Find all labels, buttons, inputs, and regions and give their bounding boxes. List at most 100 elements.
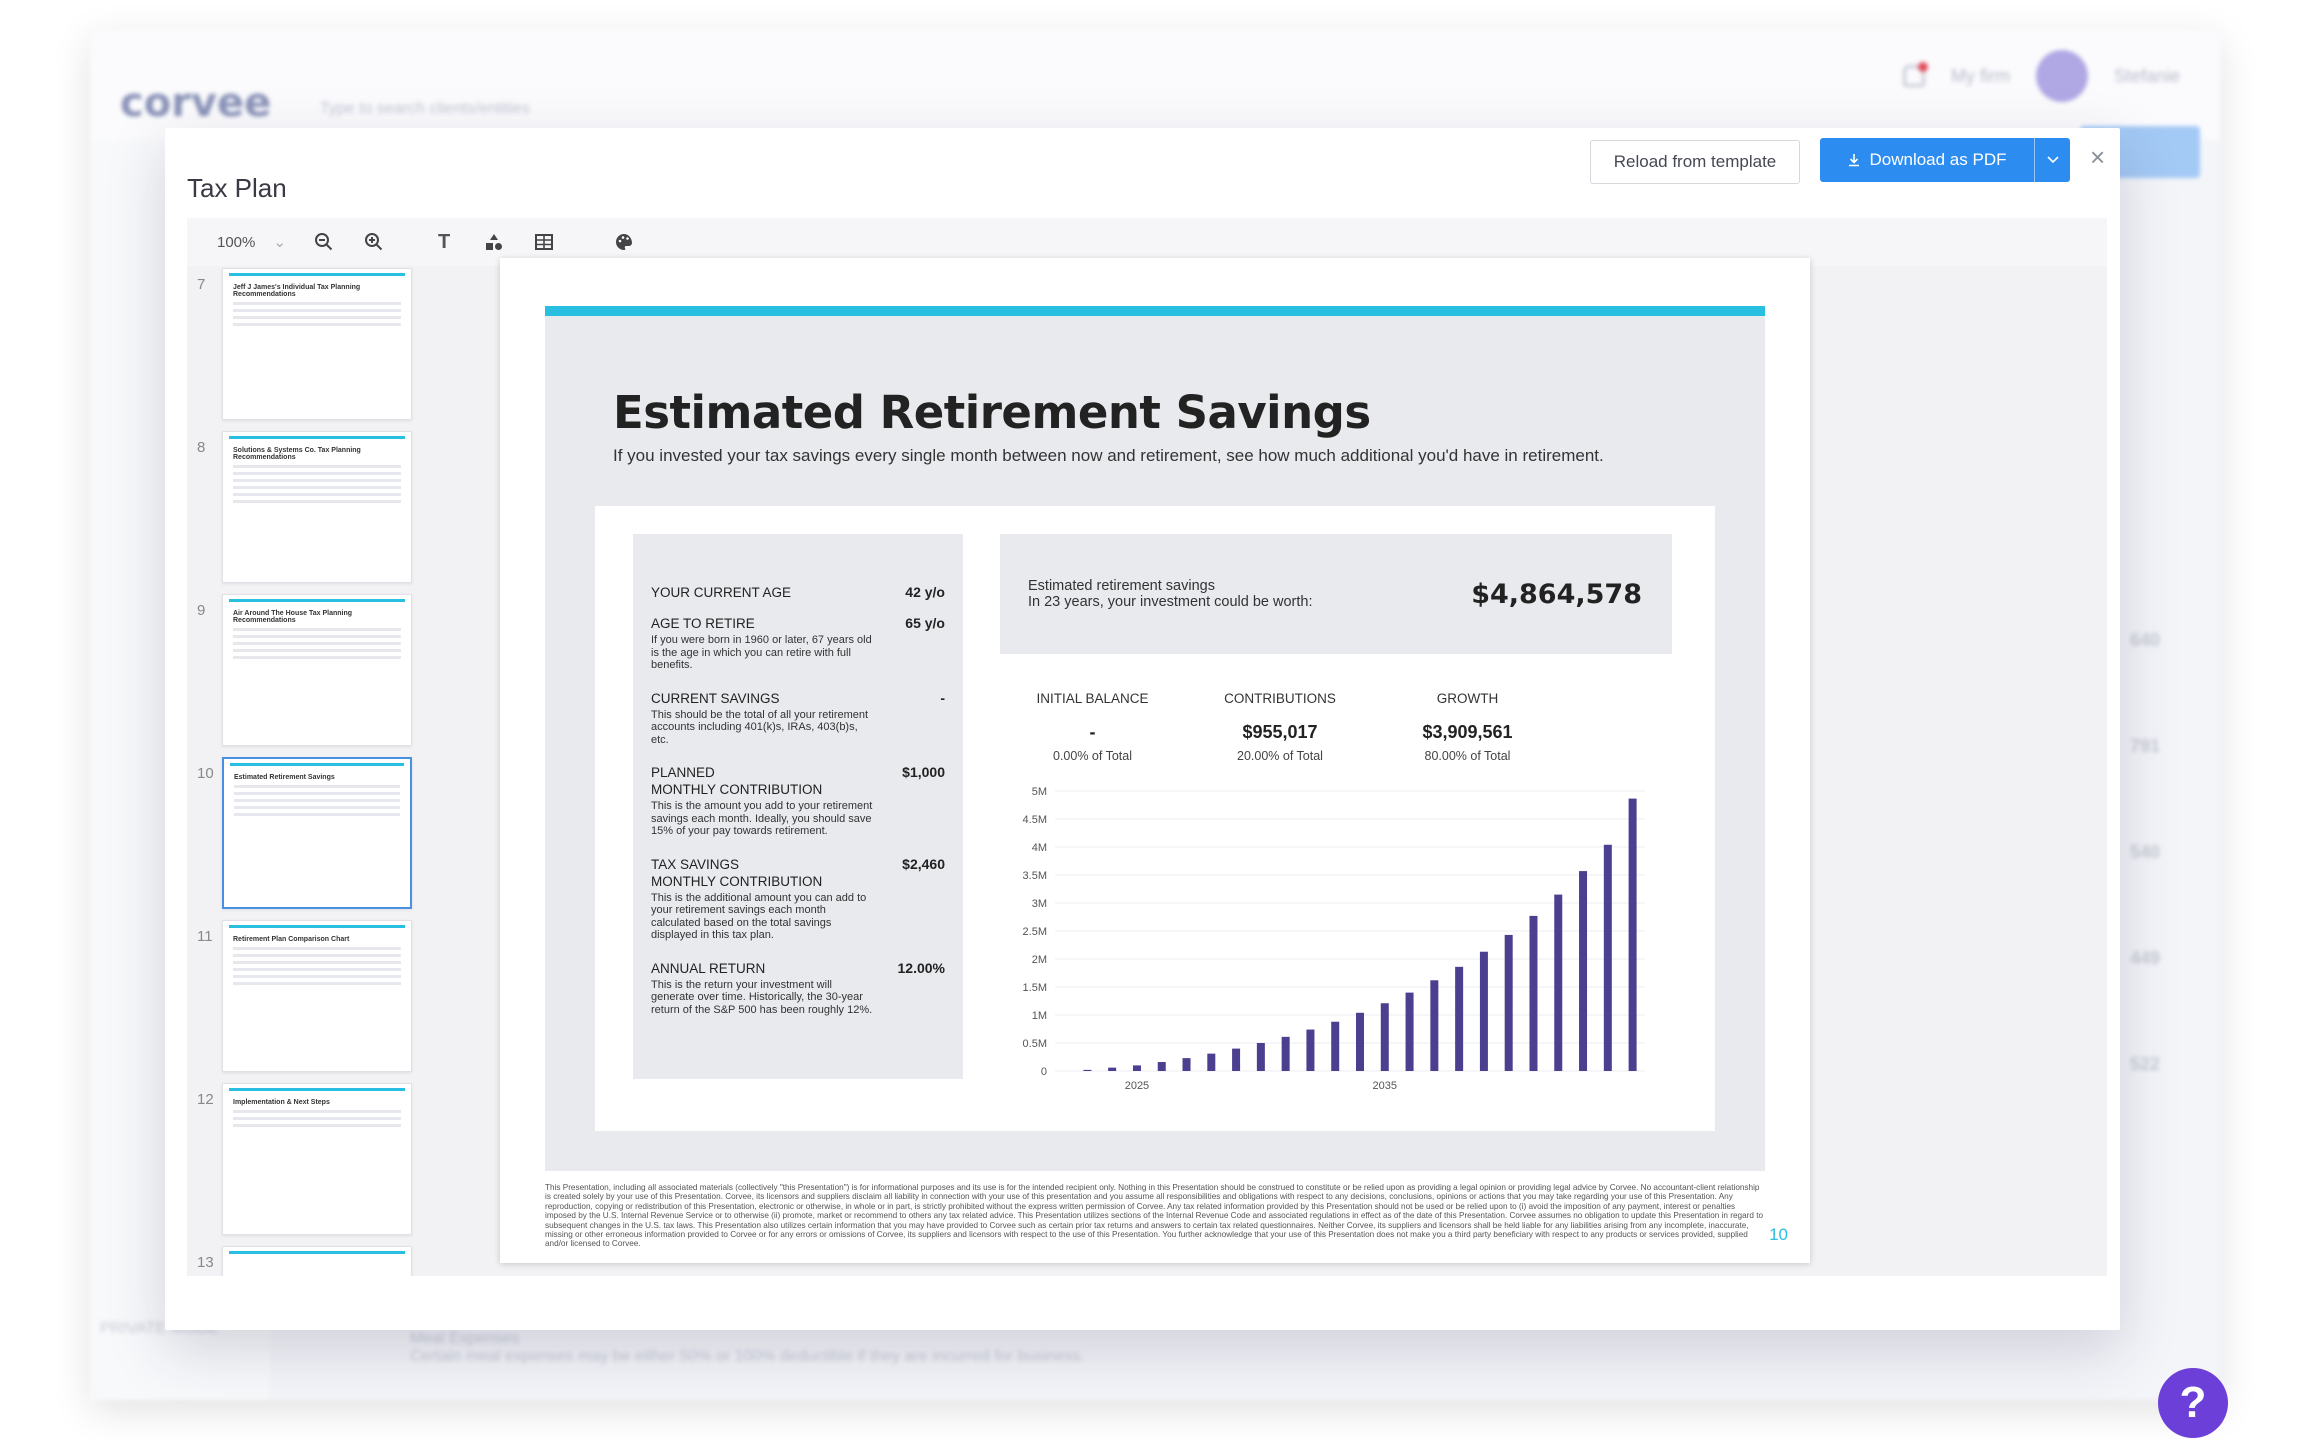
tax-plan-modal: Tax Plan Reload from template Download a… (165, 128, 2120, 1330)
bg-value: 791 (2129, 736, 2160, 756)
thumbnail-card-active[interactable]: Estimated Retirement Savings (222, 757, 412, 909)
reload-from-template-button[interactable]: Reload from template (1590, 140, 1800, 184)
chart-bar (1157, 1062, 1166, 1071)
zoom-select[interactable]: 100% ⌄ (217, 233, 286, 251)
slide-title: Estimated Retirement Savings (613, 386, 1371, 439)
download-options-dropdown[interactable] (2034, 138, 2070, 182)
y-tick-label: 1.5M (1023, 982, 1047, 994)
chart-bar (1306, 1029, 1315, 1071)
tax-label-2: MONTHLY CONTRIBUTION (651, 873, 823, 889)
thumbnail-card[interactable]: Air Around The House Tax Planning Recomm… (222, 594, 412, 746)
stat-pct: 20.00% of Total (1237, 749, 1323, 763)
inputs-card: YOUR CURRENT AGE 42 y/o AGE TO RETIRE 65 y… (633, 534, 963, 1079)
bell-icon (1902, 62, 1928, 87)
y-tick-label: 0 (1041, 1066, 1047, 1078)
thumbnail-item[interactable]: 11 Retirement Plan Comparison Chart (187, 920, 427, 1080)
stat-pct: 0.00% of Total (1053, 749, 1132, 763)
planned-note: This is the amount you add to your retir… (651, 800, 873, 837)
thumbnail-title: Retirement Plan Comparison Chart (233, 936, 350, 943)
zoom-in-icon[interactable] (362, 230, 386, 254)
thumbnail-item[interactable]: 12 Implementation & Next Steps (187, 1083, 427, 1243)
y-tick-label: 2M (1032, 954, 1047, 966)
chart-bar (1281, 1036, 1290, 1071)
chart-bar (1182, 1058, 1191, 1071)
thumbnail-item[interactable]: 13 (187, 1246, 427, 1276)
bg-value: 449 (2129, 948, 2160, 968)
stat-value: $3,909,561 (1422, 722, 1513, 742)
firm-label: My firm (1950, 65, 2010, 86)
planned-label-1: PLANNED (651, 765, 715, 780)
chart-bar (1554, 894, 1563, 1071)
bg-user-area: My firm Stefanie (1902, 50, 2180, 102)
chart-bar (1529, 915, 1538, 1071)
current-savings-note: This should be the total of all your ret… (651, 708, 869, 746)
tax-label-1: TAX SAVINGS (651, 856, 740, 872)
chart-bar (1207, 1053, 1216, 1071)
chart-bar (1356, 1012, 1364, 1071)
thumbnail-item[interactable]: 9 Air Around The House Tax Planning Reco… (187, 594, 427, 754)
chart-bar (1331, 1021, 1340, 1071)
chevron-down-icon (2046, 156, 2059, 164)
slide-subtitle: If you invested your tax savings every s… (613, 446, 1604, 465)
thumbnail-item[interactable]: 8 Solutions & Systems Co. Tax Planning R… (187, 431, 427, 591)
bg-values: 640 791 540 449 522 (2130, 630, 2160, 1075)
chart-bar (1083, 1069, 1092, 1071)
estimate-amount: $4,864,578 (1471, 578, 1642, 610)
bg-topbar: corvee Type to search clients/entities M… (90, 30, 2220, 140)
current-savings-value: - (940, 689, 945, 706)
chart-bar (1455, 966, 1464, 1071)
retire-age-label: AGE TO RETIRE (651, 616, 755, 631)
thumbnail-card[interactable]: Implementation & Next Steps (222, 1083, 412, 1235)
thumbnail-card[interactable]: Solutions & Systems Co. Tax Planning Rec… (222, 431, 412, 583)
content-panel: YOUR CURRENT AGE 42 y/o AGE TO RETIRE 65 y… (595, 506, 1715, 1131)
stat-head: INITIAL BALANCE (1036, 691, 1149, 706)
return-value: 12.00% (897, 959, 945, 976)
accent-bar (545, 306, 1765, 316)
thumbnail-item[interactable]: 10 Estimated Retirement Savings (187, 757, 427, 917)
chart-bar (1256, 1043, 1265, 1071)
return-label: ANNUAL RETURN (651, 960, 766, 976)
chart-bar (1628, 798, 1637, 1071)
stat-initial-balance: INITIAL BALANCE - 0.00% of Total (1000, 691, 1185, 763)
chart-bar (1108, 1067, 1117, 1071)
chart-bar (1380, 1003, 1389, 1071)
current-age-value: 42 y/o (905, 584, 945, 600)
return-note: This is the return your investment will … (651, 978, 873, 1016)
planned-value: $1,000 (902, 764, 945, 780)
estimate-label-1: Estimated retirement savings (1028, 578, 1215, 594)
shapes-tool-icon[interactable] (482, 230, 506, 254)
stat-contributions: CONTRIBUTIONS $955,017 20.00% of Total (1188, 691, 1373, 763)
stat-value: - (1089, 722, 1096, 742)
x-tick-label: 2025 (1125, 1080, 1149, 1092)
chart-bar (1430, 980, 1439, 1071)
thumbnail-card[interactable]: Retirement Plan Comparison Chart (222, 920, 412, 1072)
bg-value: 640 (2129, 630, 2160, 650)
thumbnail-card[interactable] (222, 1246, 412, 1276)
palette-icon[interactable] (612, 230, 636, 254)
close-icon[interactable]: × (2090, 142, 2105, 173)
help-button[interactable]: ? (2158, 1368, 2228, 1438)
retirement-bar-chart: 0 0.5M 1M 1.5M 2M 2.5M 3M 3.5M 4M 4.5M 5M 2025 2035 (1023, 786, 1645, 1092)
download-pdf-button[interactable]: Download as PDF (1820, 138, 2070, 182)
chart-bar (1405, 992, 1414, 1071)
slide-thumbnails: 7 Jeff J James's Individual Tax Planning… (187, 266, 427, 1276)
bg-footer-row: Meal Expenses Certain meal expenses may … (410, 1330, 1085, 1366)
zoom-value: 100% (217, 234, 256, 251)
thumbnail-item[interactable]: 7 Jeff J James's Individual Tax Planning… (187, 268, 427, 428)
slide-page: Estimated Retirement Savings If you inve… (500, 258, 1810, 1263)
chart-bar (1579, 871, 1588, 1071)
text-tool-icon[interactable]: T (432, 230, 456, 254)
chart-bar (1232, 1048, 1241, 1071)
stat-pct: 80.00% of Total (1424, 749, 1511, 763)
disclaimer-text: This Presentation, including all associa… (545, 1183, 1764, 1249)
y-tick-label: 0.5M (1023, 1038, 1047, 1050)
thumbnail-number: 7 (197, 276, 206, 293)
thumbnail-title: Estimated Retirement Savings (234, 774, 335, 781)
y-tick-label: 2.5M (1023, 926, 1047, 938)
zoom-out-icon[interactable] (312, 230, 336, 254)
download-pdf-main[interactable]: Download as PDF (1820, 150, 2034, 170)
chart-bar (1479, 951, 1488, 1071)
table-tool-icon[interactable] (532, 230, 556, 254)
thumbnail-card[interactable]: Jeff J James's Individual Tax Planning R… (222, 268, 412, 420)
stats-row: INITIAL BALANCE - 0.00% of Total CONTRIB… (1000, 691, 1560, 763)
